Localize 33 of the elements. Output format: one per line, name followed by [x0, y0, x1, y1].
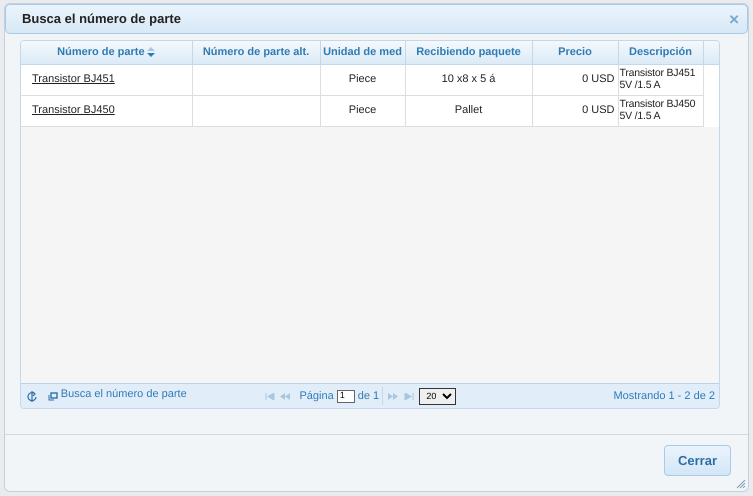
column-header[interactable]: Número de parte — [21, 41, 192, 64]
table-cell: Transistor BJ450 5V /1.5 A — [620, 98, 696, 122]
table-cell: 0 USD — [582, 73, 614, 86]
new-window-icon[interactable] — [48, 392, 58, 400]
first-page-icon[interactable] — [264, 392, 275, 400]
table-cell: 10 x8 x 5 á — [442, 73, 496, 86]
table-cell: Piece — [348, 73, 376, 86]
table-cell: 0 USD — [582, 104, 614, 116]
column-header[interactable]: Unidad de med — [320, 41, 405, 64]
column-header[interactable]: Recibiendo paquete — [405, 41, 532, 64]
close-button[interactable]: × — [729, 10, 739, 28]
next-page-icon[interactable] — [388, 392, 398, 400]
close-dialog-button[interactable]: Cerrar — [664, 445, 731, 476]
sort-icon[interactable] — [147, 47, 156, 58]
table-cell: Pallet — [454, 104, 482, 116]
page-input[interactable]: 1 — [336, 390, 355, 402]
column-header[interactable]: Precio — [532, 41, 618, 64]
last-page-icon[interactable] — [404, 392, 414, 400]
record-summary: Mostrando 1 - 2 de 2 — [613, 388, 715, 404]
resize-grip-icon[interactable] — [736, 479, 746, 489]
page-label: Página — [299, 388, 334, 404]
previous-page-icon[interactable] — [280, 392, 290, 400]
table-cell: Piece — [348, 104, 376, 116]
table-cell: Transistor BJ451 5V /1.5 A — [620, 66, 696, 90]
part-link[interactable]: Transistor BJ451 — [32, 73, 115, 86]
pager-caption[interactable]: Busca el número de parte — [60, 386, 187, 403]
column-header[interactable]: Número de parte alt. — [192, 41, 320, 64]
column-header[interactable]: Descripción — [618, 41, 703, 64]
refresh-icon[interactable] — [27, 390, 37, 402]
dialog-title: Busca el número de parte — [22, 10, 182, 28]
page-count: de 1 — [358, 388, 380, 404]
page-size-select[interactable]: 20 — [419, 388, 456, 404]
part-link[interactable]: Transistor BJ450 — [32, 104, 115, 116]
